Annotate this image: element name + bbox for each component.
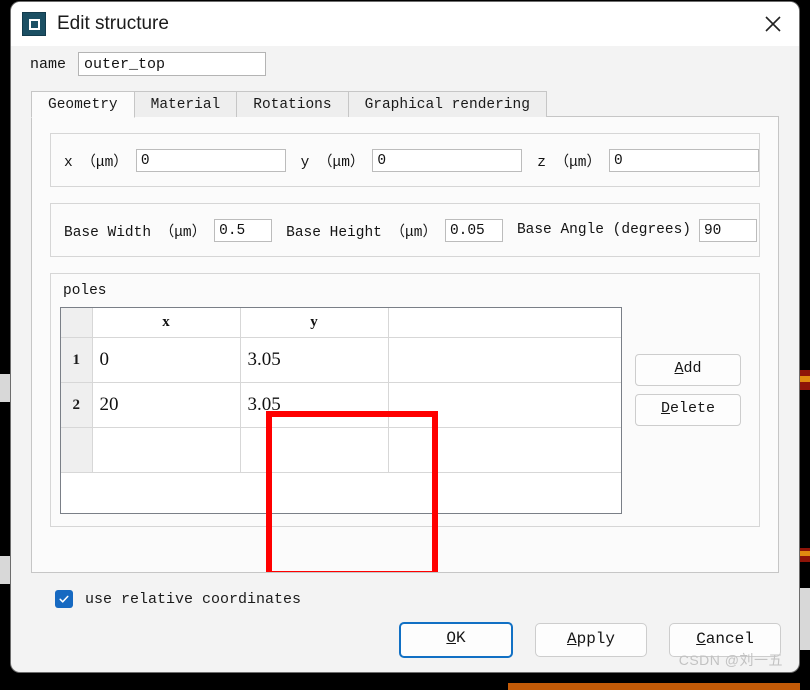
z-input[interactable]: 0: [609, 148, 759, 172]
background-fragment: [799, 588, 810, 650]
coordinates-group: x （μm） 0 y （μm） 0 z （μm） 0: [50, 133, 760, 187]
apply-label-rest: pply: [576, 630, 615, 648]
base-height-input[interactable]: 0.05: [444, 218, 503, 242]
cell-empty: [388, 427, 621, 473]
base-group: Base Width （μm） 0.5 Base Height （μm） 0.0…: [50, 203, 760, 257]
tab-bar: Geometry Material Rotations Graphical re…: [31, 90, 799, 118]
ok-mnemonic: O: [446, 629, 456, 647]
watermark: CSDN @刘一五: [678, 652, 783, 668]
cell-empty: [240, 427, 389, 473]
name-row: name outer_top: [11, 46, 799, 82]
table-row[interactable]: 1 0 3.05: [61, 337, 621, 383]
name-label: name: [30, 55, 67, 73]
base-angle-input[interactable]: 90: [698, 218, 757, 242]
field-x-label: x （μm）: [64, 154, 128, 171]
base-width-input[interactable]: 0.5: [214, 218, 273, 242]
field-base-height: Base Height （μm） 0.05: [286, 218, 503, 242]
dialog-footer: OK Apply Cancel CSDN @刘一五: [11, 608, 799, 672]
ok-button[interactable]: OK: [399, 622, 513, 658]
field-base-width: Base Width （μm） 0.5: [64, 218, 273, 242]
column-header-x[interactable]: x: [92, 308, 241, 338]
column-header-index: [61, 308, 93, 338]
apply-mnemonic: A: [566, 630, 577, 648]
y-input[interactable]: 0: [372, 148, 523, 172]
cell-filler: [388, 382, 621, 428]
delete-mnemonic: D: [660, 400, 670, 417]
field-y: y （μm） 0: [300, 148, 523, 172]
edit-structure-dialog: Edit structure name outer_top Geometry M…: [11, 2, 799, 672]
screen: Edit structure name outer_top Geometry M…: [0, 0, 810, 690]
base-angle-label: Base Angle (degrees): [516, 222, 691, 238]
cancel-mnemonic: C: [696, 630, 706, 648]
row-index: 1: [61, 337, 93, 383]
cancel-label-rest: ancel: [705, 630, 754, 648]
field-z-label: z （μm）: [537, 154, 601, 171]
column-header-filler: [388, 308, 621, 338]
base-height-label: Base Height （μm）: [286, 224, 437, 241]
table-header-row: x y: [61, 308, 621, 338]
background-fragment: [799, 551, 810, 556]
background-fragment: [799, 376, 810, 382]
row-index-empty: [61, 427, 93, 473]
delete-label-rest: elete: [670, 400, 716, 417]
x-input[interactable]: 0: [135, 148, 286, 172]
column-header-y[interactable]: y: [240, 308, 389, 338]
background-fragment: [0, 556, 11, 584]
title-bar: Edit structure: [11, 2, 799, 46]
use-relative-coordinates-label: use relative coordinates: [85, 590, 302, 608]
tab-material[interactable]: Material: [133, 91, 238, 117]
ok-label-rest: K: [456, 629, 466, 647]
structure-icon: [22, 12, 46, 36]
cell-x[interactable]: 20: [92, 382, 241, 428]
close-icon[interactable]: [747, 2, 799, 46]
poles-label: poles: [63, 283, 107, 299]
base-width-label: Base Width （μm）: [64, 224, 207, 241]
cell-empty: [92, 427, 241, 473]
field-z: z （μm） 0: [537, 148, 759, 172]
background-fragment: [508, 683, 800, 690]
delete-button[interactable]: Delete: [635, 394, 741, 426]
field-x: x （μm） 0: [64, 148, 286, 172]
geometry-panel: x （μm） 0 y （μm） 0 z （μm） 0 Base Width （μ…: [31, 116, 779, 573]
add-button[interactable]: Add: [635, 354, 741, 386]
add-label-rest: dd: [683, 360, 702, 377]
checkbox-checked-icon[interactable]: [55, 590, 73, 608]
poles-group: poles x y 1 0 3.05 2 20 3.05 Add Delete: [50, 273, 760, 527]
tab-rotations[interactable]: Rotations: [236, 91, 349, 117]
row-index: 2: [61, 382, 93, 428]
add-mnemonic: A: [674, 360, 684, 377]
field-base-angle: Base Angle (degrees) 90: [516, 218, 757, 242]
poles-table: x y 1 0 3.05 2 20 3.05: [61, 308, 621, 473]
window-title: Edit structure: [57, 13, 169, 34]
table-row[interactable]: 2 20 3.05: [61, 382, 621, 428]
table-empty-area: [61, 427, 621, 473]
cell-x[interactable]: 0: [92, 337, 241, 383]
tab-geometry[interactable]: Geometry: [31, 91, 135, 118]
tab-graphical-rendering[interactable]: Graphical rendering: [347, 91, 547, 117]
poles-table-container[interactable]: x y 1 0 3.05 2 20 3.05: [60, 307, 622, 514]
cell-filler: [388, 337, 621, 383]
name-input[interactable]: outer_top: [78, 52, 267, 76]
poles-actions: Add Delete: [635, 354, 741, 434]
apply-button[interactable]: Apply: [535, 623, 647, 657]
cell-y[interactable]: 3.05: [240, 337, 389, 383]
field-y-label: y （μm）: [300, 154, 365, 171]
use-relative-coordinates-row[interactable]: use relative coordinates: [55, 590, 799, 608]
cell-y[interactable]: 3.05: [240, 382, 389, 428]
background-fragment: [0, 374, 11, 402]
